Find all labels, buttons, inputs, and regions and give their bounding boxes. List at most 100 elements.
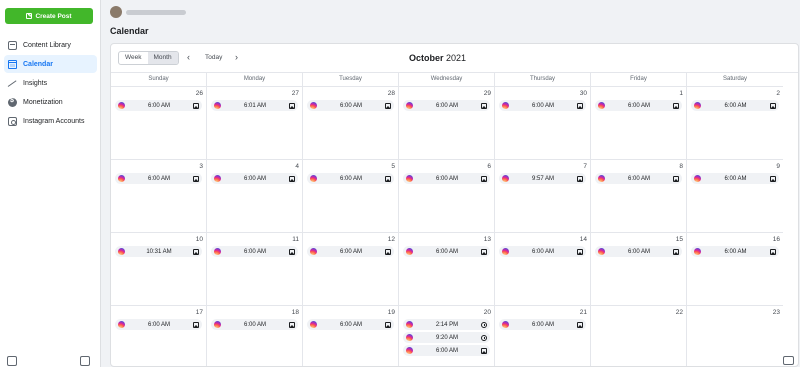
calendar-day[interactable]: 12 6:00 AM <box>303 232 399 305</box>
calendar-day[interactable]: 19 6:00 AM <box>303 305 399 366</box>
calendar-day[interactable]: 30 6:00 AM <box>495 86 591 159</box>
scheduled-post[interactable]: 6:00 AM <box>115 173 202 184</box>
scheduled-post[interactable]: 6:00 AM <box>403 345 490 356</box>
feedback-icon[interactable] <box>783 356 794 365</box>
scheduled-post[interactable]: 6:00 AM <box>595 173 682 184</box>
photo-icon <box>577 321 583 328</box>
calendar-day[interactable]: 5 6:00 AM <box>303 159 399 232</box>
calendar-day[interactable]: 4 6:00 AM <box>207 159 303 232</box>
instagram-avatar-icon <box>598 102 605 109</box>
photo-icon <box>193 175 199 182</box>
scheduled-post[interactable]: 6:00 AM <box>403 246 490 257</box>
scheduled-post[interactable]: 6:00 AM <box>691 100 779 111</box>
chevron-right-icon[interactable]: › <box>235 52 238 62</box>
create-post-button[interactable]: ✎ Create Post <box>5 8 93 24</box>
create-post-label: Create Post <box>35 12 72 20</box>
scheduled-post[interactable]: 6:01 AM <box>211 100 298 111</box>
scheduled-post[interactable]: 6:00 AM <box>211 246 298 257</box>
scheduled-post[interactable]: 6:00 AM <box>403 100 490 111</box>
calendar-day[interactable]: 14 6:00 AM <box>495 232 591 305</box>
calendar-day[interactable]: 20 2:14 PM 9:20 AM 6:00 AM <box>399 305 495 366</box>
scheduled-post[interactable]: 6:00 AM <box>403 173 490 184</box>
calendar-day[interactable]: 26 6:00 AM <box>111 86 207 159</box>
week-view-button[interactable]: Week <box>119 52 148 64</box>
help-icon[interactable] <box>7 356 17 366</box>
calendar-day[interactable]: 27 6:01 AM <box>207 86 303 159</box>
sidebar-item-content-library[interactable]: Content Library <box>4 36 97 54</box>
scheduled-post[interactable]: 6:00 AM <box>211 173 298 184</box>
calendar-day[interactable]: 1 6:00 AM <box>591 86 687 159</box>
calendar-day[interactable]: 15 6:00 AM <box>591 232 687 305</box>
sidebar-item-calendar[interactable]: Calendar <box>4 55 97 73</box>
photo-icon <box>289 175 295 182</box>
calendar-day[interactable]: 8 6:00 AM <box>591 159 687 232</box>
scheduled-post[interactable]: 6:00 AM <box>691 246 779 257</box>
instagram-avatar-icon <box>118 248 125 255</box>
scheduled-post[interactable]: 6:00 AM <box>595 246 682 257</box>
scheduled-post[interactable]: 6:00 AM <box>211 319 298 330</box>
scheduled-post[interactable]: 6:00 AM <box>499 319 586 330</box>
calendar-day[interactable]: 29 6:00 AM <box>399 86 495 159</box>
scheduled-post[interactable]: 6:00 AM <box>307 246 394 257</box>
calendar-day[interactable]: 18 6:00 AM <box>207 305 303 366</box>
calendar-day[interactable]: 23 <box>687 305 783 366</box>
calendar-day[interactable]: 21 6:00 AM <box>495 305 591 366</box>
sidebar-item-monetization[interactable]: Monetization <box>4 93 97 111</box>
scheduled-post[interactable]: 9:20 AM <box>403 332 490 343</box>
scheduled-post[interactable]: 2:14 PM <box>403 319 490 330</box>
scheduled-post[interactable]: 6:00 AM <box>691 173 779 184</box>
photo-icon <box>770 175 776 182</box>
sidebar: ✎ Create Post Content Library Calendar I… <box>0 0 101 367</box>
instagram-avatar-icon <box>310 102 317 109</box>
calendar-day[interactable]: 10 10:31 AM <box>111 232 207 305</box>
sidebar-item-instagram-accounts[interactable]: Instagram Accounts <box>4 112 97 130</box>
photo-icon <box>289 321 295 328</box>
post-time: 6:00 AM <box>724 248 747 255</box>
scheduled-post[interactable]: 6:00 AM <box>115 319 202 330</box>
calendar-day[interactable]: 17 6:00 AM <box>111 305 207 366</box>
scheduled-post[interactable]: 6:00 AM <box>499 246 586 257</box>
scheduled-post[interactable]: 6:00 AM <box>595 100 682 111</box>
instagram-avatar-icon <box>502 248 509 255</box>
day-events: 6:00 AM <box>403 173 490 186</box>
scheduled-post[interactable]: 6:00 AM <box>307 173 394 184</box>
weekday-label: Thursday <box>495 73 591 86</box>
sidebar-item-label: Insights <box>23 79 48 87</box>
scheduled-post[interactable]: 6:00 AM <box>307 319 394 330</box>
calendar-day[interactable]: 11 6:00 AM <box>207 232 303 305</box>
post-time: 6:00 AM <box>243 248 266 255</box>
photo-icon <box>481 175 487 182</box>
instagram-avatar-icon <box>214 321 221 328</box>
collapse-sidebar-icon[interactable] <box>80 356 90 366</box>
post-time: 9:57 AM <box>531 175 554 182</box>
scheduled-post[interactable]: 6:00 AM <box>499 100 586 111</box>
chevron-left-icon[interactable]: ‹ <box>187 52 190 62</box>
photo-icon <box>481 347 487 354</box>
instagram-avatar-icon <box>598 175 605 182</box>
instagram-icon <box>8 116 17 126</box>
day-number: 16 <box>772 236 780 243</box>
calendar-day[interactable]: 16 6:00 AM <box>687 232 783 305</box>
calendar-day[interactable]: 3 6:00 AM <box>111 159 207 232</box>
month-view-button[interactable]: Month <box>147 52 178 64</box>
calendar-day[interactable]: 2 6:00 AM <box>687 86 783 159</box>
insights-icon <box>8 79 17 88</box>
calendar-day[interactable]: 28 6:00 AM <box>303 86 399 159</box>
calendar-day[interactable]: 7 9:57 AM <box>495 159 591 232</box>
account-switcher[interactable] <box>110 6 186 18</box>
scheduled-post[interactable]: 9:57 AM <box>499 173 586 184</box>
scheduled-post[interactable]: 10:31 AM <box>115 246 202 257</box>
scheduled-post[interactable]: 6:00 AM <box>115 100 202 111</box>
calendar-day[interactable]: 6 6:00 AM <box>399 159 495 232</box>
calendar-day[interactable]: 13 6:00 AM <box>399 232 495 305</box>
instagram-avatar-icon <box>598 248 605 255</box>
photo-icon <box>673 248 679 255</box>
scheduled-post[interactable]: 6:00 AM <box>307 100 394 111</box>
today-button[interactable]: Today <box>205 54 222 61</box>
calendar-day[interactable]: 22 <box>591 305 687 366</box>
sidebar-item-insights[interactable]: Insights <box>4 74 97 92</box>
instagram-avatar-icon <box>310 175 317 182</box>
photo-icon <box>481 102 487 109</box>
sidebar-nav: Content Library Calendar Insights Moneti… <box>4 36 97 131</box>
calendar-day[interactable]: 9 6:00 AM <box>687 159 783 232</box>
